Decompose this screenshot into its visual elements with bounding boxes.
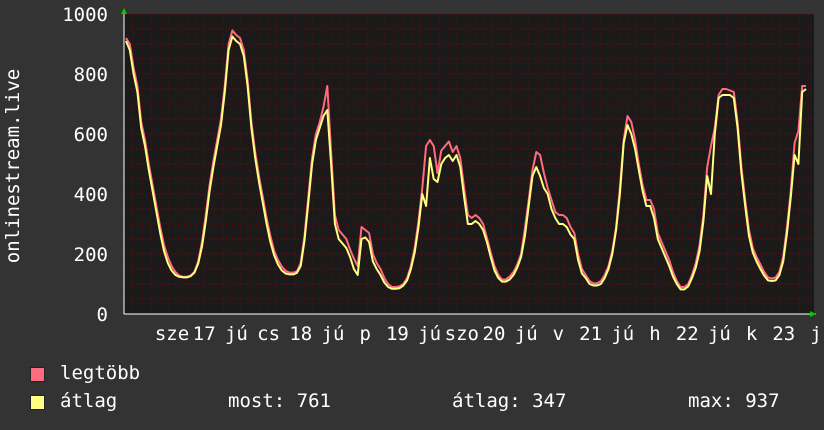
legend: legtöbb átlag most: 761 átlag: 347 max: …: [30, 362, 820, 418]
line-chart: 02004006008001000 sze 17 jú cs 18 jú p 19 jú szo 2…: [2, 4, 822, 345]
legend-swatch-legtobb: [30, 367, 45, 382]
y-tick-label: 1000: [62, 4, 108, 26]
legend-item-atlag: átlag most: 761 átlag: 347 max: 937: [30, 390, 820, 418]
x-tick-label: jú: [418, 323, 441, 345]
legend-swatch-atlag: [30, 395, 45, 410]
legend-label-legtobb: legtöbb: [60, 362, 141, 384]
stat-atlag: átlag: 347: [452, 390, 567, 412]
x-tick-label: jú: [322, 323, 345, 345]
x-tick-label: jú: [611, 323, 634, 345]
y-tick-labels: 0 200 400 600 800 1000: [62, 4, 108, 326]
x-tick-label: p: [359, 323, 370, 345]
stat-max: max: 937: [688, 390, 780, 412]
x-tick-label: 18: [289, 323, 312, 345]
x-tick-label: 19: [386, 323, 409, 345]
stat-most: most: 761: [228, 390, 331, 412]
legend-item-legtobb: legtöbb: [30, 362, 820, 390]
x-tick-label: jú: [708, 323, 731, 345]
x-tick-label: 21: [579, 323, 602, 345]
x-tick-label: 22: [676, 323, 699, 345]
x-tick-label: v: [553, 323, 564, 345]
x-tick-label: jú: [225, 323, 248, 345]
x-tick-label: 17: [193, 323, 216, 345]
y-tick-label: 200: [74, 244, 108, 266]
y-tick-label: 800: [74, 64, 108, 86]
x-tick-label: 20: [483, 323, 506, 345]
y-axis-label: onlinestream.live: [2, 69, 24, 263]
x-tick-labels: sze 17 jú cs 18 jú p 19 jú szo 20 jú v 21 jú h 22 jú k 23 j: [155, 323, 822, 345]
y-tick-label: 600: [74, 124, 108, 146]
x-tick-label: k: [746, 323, 758, 345]
x-tick-label: h: [649, 323, 660, 345]
x-tick-label: sze: [155, 323, 189, 345]
y-axis-arrow: [121, 8, 127, 14]
legend-label-atlag: átlag: [60, 390, 118, 412]
x-tick-label: j: [810, 323, 821, 345]
x-tick-label: cs: [257, 323, 280, 345]
y-tick-label: 400: [74, 184, 108, 206]
y-tick-label: 0: [97, 304, 108, 326]
x-tick-label: 23: [772, 323, 795, 345]
x-tick-label: jú: [515, 323, 538, 345]
x-tick-label: szo: [445, 323, 479, 345]
